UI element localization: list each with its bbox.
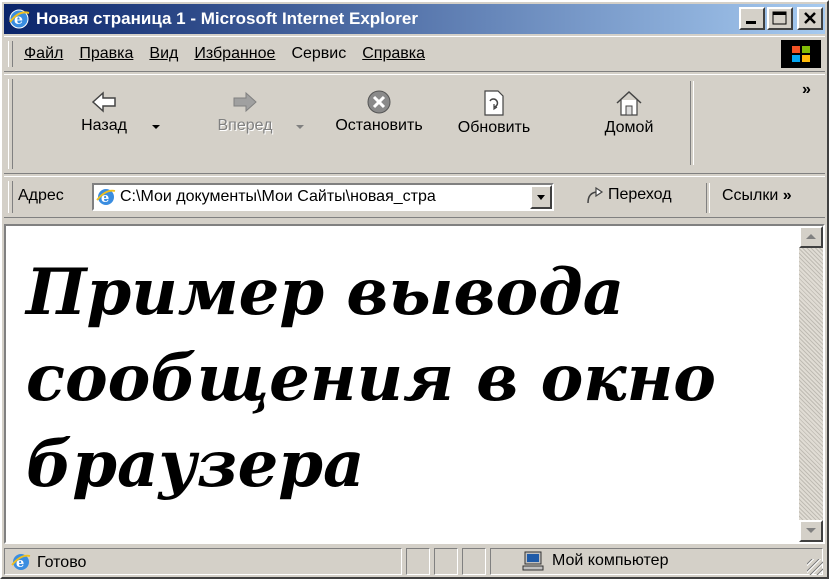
zone-label: Мой компьютер	[552, 552, 669, 569]
menu-edit[interactable]: Правка	[79, 45, 133, 63]
go-arrow-icon	[587, 186, 604, 204]
back-button[interactable]: Назад	[64, 75, 144, 171]
address-field[interactable]: e C:\Мои документы\Мои Сайты\новая_стра	[92, 183, 554, 211]
maximize-button[interactable]	[767, 7, 793, 30]
toolbar-more-chevron[interactable]: »	[802, 81, 811, 99]
menu-tools[interactable]: Сервис	[291, 45, 346, 63]
ie-logo-icon: e	[9, 9, 30, 29]
title-bar[interactable]: e Новая страница 1 - Microsoft Internet …	[4, 4, 825, 34]
go-button[interactable]: Переход	[584, 185, 672, 205]
forward-button[interactable]: Вперед	[200, 75, 290, 171]
menu-view[interactable]: Вид	[149, 45, 178, 63]
address-bar: Адрес e C:\Мои документы\Мои Сайты\новая…	[4, 176, 825, 218]
refresh-icon	[484, 90, 504, 116]
scroll-up-button[interactable]	[799, 226, 823, 248]
stop-button[interactable]: Остановить	[324, 75, 434, 171]
links-chevron: »	[782, 187, 792, 204]
close-icon	[804, 12, 816, 24]
scroll-down-button[interactable]	[799, 520, 823, 542]
window-title: Новая страница 1 - Microsoft Internet Ex…	[36, 9, 418, 28]
page-content: Пример вывода сообщения в окно браузера	[4, 224, 825, 544]
windows-logo-icon	[781, 40, 821, 68]
address-label: Адрес	[18, 187, 64, 204]
status-panel-secure	[434, 548, 458, 575]
menu-bar: Файл Правка Вид Избранное Сервис Справка	[4, 36, 825, 72]
home-icon	[616, 90, 642, 116]
forward-dropdown-arrow	[296, 125, 304, 129]
status-panel-main: e Готово	[4, 548, 402, 575]
menubar-grip[interactable]	[8, 41, 13, 67]
back-arrow-icon	[91, 91, 116, 113]
addressbar-grip[interactable]	[8, 181, 13, 213]
toolbar-separator	[690, 81, 694, 165]
resize-grip[interactable]	[807, 559, 823, 575]
address-value: C:\Мои документы\Мои Сайты\новая_стра	[120, 188, 436, 205]
go-label: Переход	[608, 186, 672, 203]
browser-window: e Новая страница 1 - Microsoft Internet …	[0, 0, 829, 579]
vertical-scrollbar[interactable]	[799, 226, 823, 542]
page-heading: Пример вывода сообщения в окно браузера	[26, 255, 716, 502]
minimize-button[interactable]	[739, 7, 765, 30]
status-panel-extra	[462, 548, 486, 575]
minimize-icon	[746, 21, 756, 24]
status-panel-progress	[406, 548, 430, 575]
zone-indicator: Мой компьютер	[522, 551, 668, 571]
links-button[interactable]: Ссылки »	[722, 187, 792, 205]
refresh-button[interactable]: Обновить	[444, 75, 544, 171]
computer-icon	[522, 551, 544, 571]
stop-icon	[367, 90, 391, 114]
status-bar: e Готово Мой компьютер	[4, 546, 825, 577]
page-ie-icon: e	[96, 189, 116, 206]
menu-favorites[interactable]: Избранное	[194, 45, 275, 63]
status-ie-icon: e	[11, 554, 31, 571]
home-button[interactable]: Домой	[584, 75, 674, 171]
menu-help[interactable]: Справка	[362, 45, 425, 63]
toolbar-grip[interactable]	[8, 79, 13, 169]
status-text: Готово	[37, 554, 87, 571]
maximize-icon	[772, 11, 787, 25]
standard-toolbar: Назад Вперед Остановить Обновить Домой »	[4, 74, 825, 174]
address-separator	[706, 183, 710, 213]
back-dropdown-arrow[interactable]	[152, 125, 160, 129]
menu-file[interactable]: Файл	[24, 45, 63, 63]
close-button[interactable]	[797, 7, 823, 30]
address-dropdown-button[interactable]	[530, 185, 552, 209]
forward-arrow-icon	[233, 91, 257, 113]
